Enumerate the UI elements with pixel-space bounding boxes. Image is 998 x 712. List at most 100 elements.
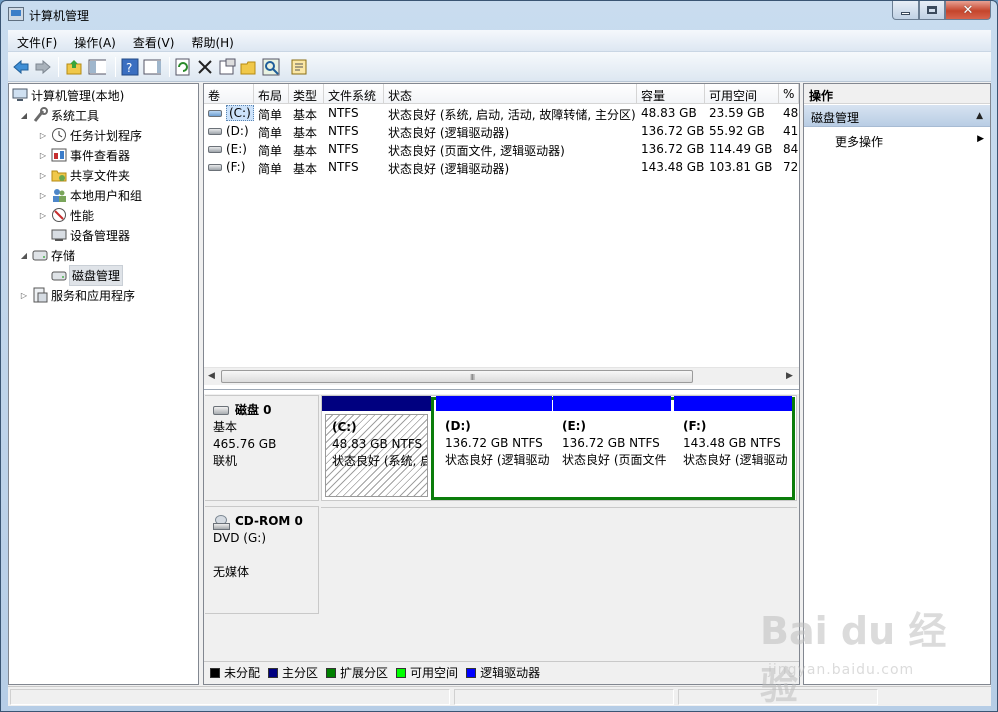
table-row[interactable]: (E:) 简单 基本 NTFS 状态良好 (页面文件, 逻辑驱动器) 136.7… <box>204 140 799 158</box>
legend-label: 未分配 <box>224 666 261 680</box>
tree-item-services-apps[interactable]: ▷ 服务和应用程序 <box>19 285 135 305</box>
computer-management-window: 计算机管理 ✕ 文件(F) 操作(A) 查看(V) 帮助(H) ? 计算机管理(… <box>0 0 998 712</box>
volume-layout: 简单 <box>258 144 283 158</box>
show-hide-action-icon[interactable] <box>143 58 161 76</box>
tree-item-shared-folders[interactable]: ▷ 共享文件夹 <box>38 165 130 185</box>
drive-icon <box>208 164 222 171</box>
scrollbar-thumb[interactable]: III <box>221 370 693 383</box>
menu-file[interactable]: 文件(F) <box>8 30 65 52</box>
legend-label: 主分区 <box>282 666 319 680</box>
volume-filesystem: NTFS <box>328 106 359 120</box>
tree-root[interactable]: 计算机管理(本地) <box>12 85 124 105</box>
search-icon[interactable] <box>262 58 280 76</box>
refresh-icon[interactable] <box>174 58 192 76</box>
tree-item-label: 磁盘管理 <box>68 264 124 286</box>
menu-bar: 文件(F) 操作(A) 查看(V) 帮助(H) <box>8 30 991 52</box>
tree-item-performance[interactable]: ▷ 性能 <box>38 205 94 225</box>
delete-icon[interactable] <box>196 58 214 76</box>
tree-item-event-viewer[interactable]: ▷ 事件查看器 <box>38 145 130 165</box>
scrollbar-grip: III <box>470 373 475 382</box>
column-header-type[interactable]: 类型 <box>289 84 324 104</box>
legend-label: 可用空间 <box>410 666 459 680</box>
minimize-button[interactable] <box>892 1 919 20</box>
column-header-filesystem[interactable]: 文件系统 <box>324 84 384 104</box>
computer-icon <box>12 88 28 101</box>
close-button[interactable]: ✕ <box>945 1 991 20</box>
tree-item-disk-management[interactable]: 磁盘管理 <box>51 264 124 286</box>
partition-d[interactable]: (D:) 136.72 GB NTFS 状态良好 (逻辑驱动 <box>436 396 552 500</box>
partition-f[interactable]: (F:) 143.48 GB NTFS 状态良好 (逻辑驱动 <box>674 396 792 500</box>
column-header-layout[interactable]: 布局 <box>254 84 289 104</box>
title-bar[interactable]: 计算机管理 ✕ <box>1 1 997 29</box>
partition-c[interactable]: (C:) 48.83 GB NTFS 状态良好 (系统, 启 <box>322 396 431 500</box>
show-hide-tree-icon[interactable] <box>88 58 106 76</box>
volume-capacity: 136.72 GB <box>641 124 705 138</box>
drive-icon <box>208 110 222 117</box>
legend-swatch <box>268 667 279 678</box>
tree-item-device-manager[interactable]: 设备管理器 <box>51 225 130 245</box>
disk-0-info[interactable]: 磁盘 0 基本 465.76 GB 联机 <box>205 395 319 501</box>
export-icon[interactable] <box>290 58 308 76</box>
legend-unallocated: 未分配 <box>210 664 260 681</box>
column-header-percent[interactable]: % <box>779 84 799 104</box>
volume-percent-free: 41 <box>783 124 799 138</box>
expand-icon[interactable]: ▷ <box>38 191 48 200</box>
forward-arrow-icon[interactable] <box>34 58 52 76</box>
disk-management-pane: 卷 布局 类型 文件系统 状态 容量 可用空间 % (C:) 简单 基本 NTF… <box>203 83 800 685</box>
volume-type: 基本 <box>293 162 318 176</box>
legend-label: 扩展分区 <box>340 666 389 680</box>
partition-status: 状态良好 (逻辑驱动 <box>683 453 788 467</box>
table-row[interactable]: (F:) 简单 基本 NTFS 状态良好 (逻辑驱动器) 143.48 GB 1… <box>204 158 799 176</box>
scroll-left-icon[interactable]: ◀ <box>208 371 215 381</box>
maximize-button[interactable] <box>919 1 945 20</box>
back-arrow-icon[interactable] <box>12 58 30 76</box>
tree-item-local-users[interactable]: ▷ 本地用户和组 <box>38 185 142 205</box>
expand-icon[interactable]: ▷ <box>19 291 29 300</box>
open-icon[interactable] <box>240 58 258 76</box>
scroll-right-icon[interactable]: ▶ <box>786 371 793 381</box>
hard-disk-icon <box>213 406 229 415</box>
horizontal-scrollbar[interactable]: ◀ III ▶ <box>204 367 799 385</box>
help-icon[interactable]: ? <box>121 58 139 76</box>
performance-icon <box>52 208 66 222</box>
expand-icon[interactable]: ▷ <box>38 131 48 140</box>
menu-view[interactable]: 查看(V) <box>124 30 183 52</box>
volume-name: (D:) <box>226 124 249 138</box>
tree-item-storage[interactable]: ◢ 存储 <box>19 245 75 265</box>
column-header-free-space[interactable]: 可用空间 <box>705 84 779 104</box>
more-actions-item[interactable]: 更多操作 ▶ <box>804 130 990 150</box>
volume-status: 状态良好 (逻辑驱动器) <box>388 162 510 176</box>
menu-help[interactable]: 帮助(H) <box>182 30 241 52</box>
up-folder-icon[interactable] <box>65 58 83 76</box>
volume-free-space: 55.92 GB <box>709 124 765 138</box>
event-viewer-icon <box>51 148 67 162</box>
collapse-icon[interactable]: ◢ <box>19 251 29 260</box>
close-icon: ✕ <box>962 2 974 18</box>
expand-icon[interactable]: ▷ <box>38 171 48 180</box>
column-header-volume[interactable]: 卷 <box>204 84 254 104</box>
collapse-up-icon[interactable]: ▲ <box>976 111 983 121</box>
menu-action[interactable]: 操作(A) <box>65 30 124 52</box>
partition-size: 48.83 GB NTFS <box>332 437 423 451</box>
legend-logical-drive: 逻辑驱动器 <box>466 664 540 681</box>
table-row[interactable]: (D:) 简单 基本 NTFS 状态良好 (逻辑驱动器) 136.72 GB 5… <box>204 122 799 140</box>
partition-status: 状态良好 (系统, 启 <box>332 454 428 468</box>
expand-icon[interactable]: ▷ <box>38 151 48 160</box>
properties-icon[interactable] <box>218 58 236 76</box>
collapse-icon[interactable]: ◢ <box>19 111 29 120</box>
volume-filesystem: NTFS <box>328 124 359 138</box>
cdrom-0-info[interactable]: CD-ROM 0 DVD (G:) 无媒体 <box>205 506 319 614</box>
actions-section-disk-management[interactable]: 磁盘管理 ▲ <box>804 105 990 127</box>
expand-icon[interactable]: ▷ <box>38 211 48 220</box>
table-row[interactable]: (C:) 简单 基本 NTFS 状态良好 (系统, 启动, 活动, 故障转储, … <box>204 104 799 122</box>
partition-e[interactable]: (E:) 136.72 GB NTFS 状态良好 (页面文件 <box>553 396 671 500</box>
column-header-capacity[interactable]: 容量 <box>637 84 705 104</box>
legend-label: 逻辑驱动器 <box>480 666 541 680</box>
volume-layout: 简单 <box>258 108 283 122</box>
tree-item-system-tools[interactable]: ◢ 系统工具 <box>19 105 99 125</box>
maximize-icon <box>927 6 937 14</box>
tree-item-task-scheduler[interactable]: ▷ 任务计划程序 <box>38 125 142 145</box>
column-header-status[interactable]: 状态 <box>384 84 637 104</box>
legend-extended: 扩展分区 <box>326 664 388 681</box>
minimize-icon <box>901 11 910 15</box>
